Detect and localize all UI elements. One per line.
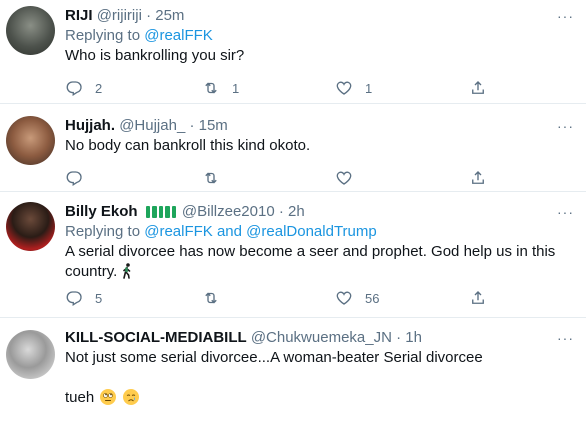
replying-to-label: Replying to [65,27,141,44]
like-button[interactable]: 56 [335,288,379,308]
mention-link[interactable]: @realFFK [144,27,213,44]
tweet-header: Hujjah. @Hujjah_ · 15m ··· [65,116,574,136]
tweet-text: Who is bankrolling you sir? [65,47,245,64]
replying-to-label: Replying to [65,223,141,240]
tweet[interactable]: Hujjah. @Hujjah_ · 15m ··· No body can b… [0,104,586,192]
display-name[interactable]: Hujjah. [65,117,115,134]
tweet-text-line2: tueh [65,388,574,408]
avatar[interactable] [6,202,55,251]
retweet-button[interactable] [202,288,220,308]
tweet-text-body: A serial divorcee has now become a seer … [65,243,556,280]
avatar[interactable] [6,6,55,55]
replying-to: Replying to @realFFK [65,26,574,46]
reply-count: 5 [95,290,103,306]
share-button[interactable] [469,168,487,188]
like-icon [336,81,352,95]
separator-dot: · [278,203,284,220]
like-button[interactable]: 1 [335,78,372,98]
tweet-header: KILL-SOCIAL-MEDIABILL @Chukwuemeka_JN · … [65,328,574,348]
rolling-eyes-emoji [100,389,117,405]
tweet-header: RIJI @rijiriji · 25m ··· [65,6,574,26]
avatar[interactable] [6,330,55,379]
like-icon [336,291,352,305]
reply-icon [66,81,82,96]
share-icon [472,171,484,184]
tweet-text: Not just some serial divorcee...A woman-… [65,349,483,366]
mention-link[interactable]: @realFFK [144,223,213,240]
share-button[interactable] [469,288,487,308]
like-count: 56 [365,290,380,306]
tweet-actions [65,168,574,188]
display-name[interactable]: Billy Ekoh [65,203,138,220]
reply-count: 2 [95,80,103,96]
replying-to-and: and [216,223,242,240]
separator-dot: · [396,329,402,346]
retweet-icon [205,82,217,94]
share-icon [472,291,484,304]
like-icon [336,171,352,185]
separator-dot: · [146,7,152,24]
tweet-text: A serial divorcee has now become a seer … [65,242,574,282]
timestamp[interactable]: 2h [288,203,305,220]
crying-face-emoji [122,389,139,405]
tweet-text: No body can bankroll this kind okoto. [65,137,311,154]
tweet[interactable]: RIJI @rijiriji · 25m ··· Replying to @re… [0,0,586,104]
more-icon[interactable]: ··· [557,6,574,26]
display-name[interactable]: RIJI [65,7,93,24]
reply-button[interactable]: 5 [65,288,102,308]
user-handle[interactable]: @Chukwuemeka_JN [251,329,392,346]
mention-link[interactable]: @realDonaldTrump [246,223,377,240]
user-handle[interactable]: @rijiriji [97,7,142,24]
like-count: 1 [365,80,373,96]
reply-icon [66,171,82,186]
timestamp[interactable]: 15m [199,117,228,134]
tweet-actions: 2 1 1 [65,78,574,98]
user-handle[interactable]: @Billzee2010 [182,203,275,220]
tweet-text-word: tueh [65,389,95,406]
tweet-actions: 5 56 [65,288,574,308]
tweet[interactable]: Billy Ekoh @Billzee2010 · 2h ··· Replyin… [0,192,586,318]
timestamp[interactable]: 1h [405,329,422,346]
share-button[interactable] [469,78,487,98]
reply-icon [66,291,82,306]
retweet-button[interactable] [202,168,220,188]
retweet-button[interactable]: 1 [202,78,239,98]
user-handle[interactable]: @Hujjah_ [119,117,185,134]
timestamp[interactable]: 25m [155,7,184,24]
avatar[interactable] [6,116,55,165]
more-icon[interactable]: ··· [557,328,574,348]
reply-button[interactable] [65,168,83,188]
retweet-count: 1 [232,80,240,96]
replying-to: Replying to @realFFK and @realDonaldTrum… [65,222,574,242]
walking-person-icon [123,263,131,279]
display-name[interactable]: KILL-SOCIAL-MEDIABILL [65,329,247,346]
nigeria-flag-icon [145,204,178,224]
tweet[interactable]: KILL-SOCIAL-MEDIABILL @Chukwuemeka_JN · … [0,318,586,422]
retweet-icon [205,292,217,304]
retweet-icon [205,172,217,184]
more-icon[interactable]: ··· [557,116,574,136]
like-button[interactable] [335,168,353,188]
tweet-header: Billy Ekoh @Billzee2010 · 2h ··· [65,202,574,222]
share-icon [472,81,484,94]
more-icon[interactable]: ··· [557,202,574,222]
separator-dot: · [189,117,195,134]
reply-button[interactable]: 2 [65,78,102,98]
